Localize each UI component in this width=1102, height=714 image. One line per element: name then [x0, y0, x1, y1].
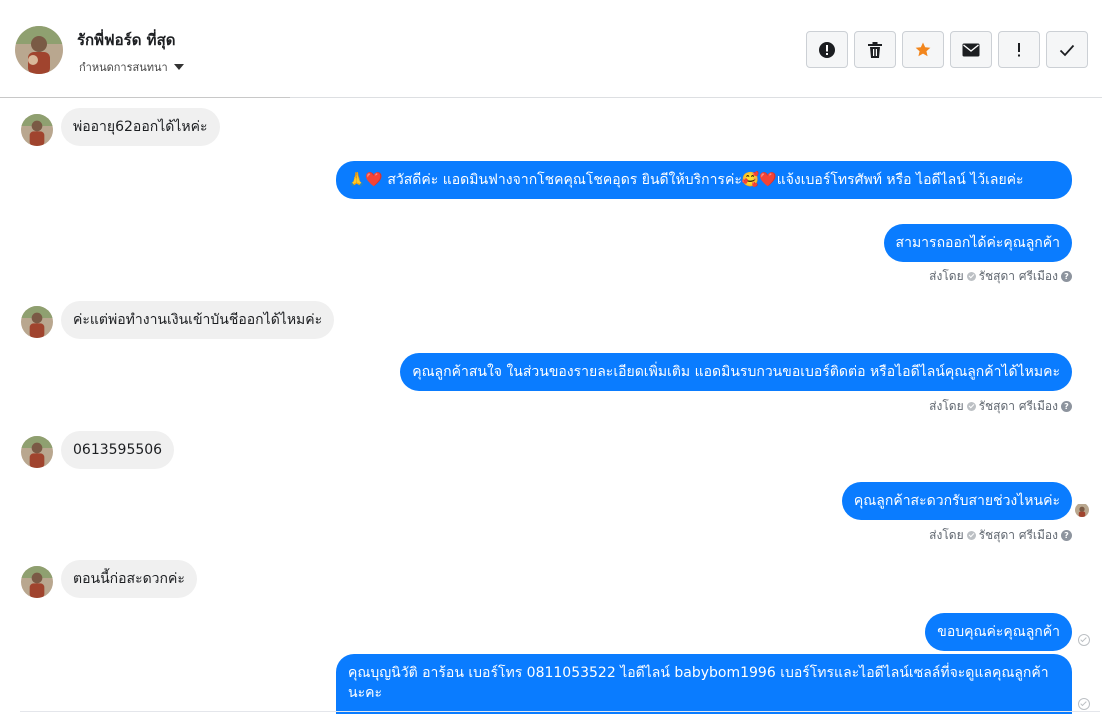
star-icon: [915, 42, 931, 56]
help-icon[interactable]: ?: [1061, 530, 1072, 541]
sent-by-agent[interactable]: รัชสุดา ศรีเมือง: [979, 526, 1058, 545]
divider: [0, 97, 290, 98]
conversation-header: รักพี่ฟอร์ด ที่สุด กำหนดการสนทนา: [0, 0, 1102, 98]
contact-name[interactable]: รักพี่ฟอร์ด ที่สุด: [77, 28, 175, 52]
help-icon[interactable]: ?: [1061, 271, 1072, 282]
outgoing-message[interactable]: 🙏❤️ สวัสดีค่ะ แอดมินฟางจากโชคคุณโชคอุดร …: [336, 161, 1072, 199]
sent-by-prefix: ส่งโดย: [929, 269, 964, 283]
outgoing-message[interactable]: คุณบุญนิวัติ อาร้อน เบอร์โทร 0811053522 …: [336, 654, 1072, 714]
incoming-message[interactable]: พ่ออายุ62ออกได้ไหค่ะ: [61, 108, 220, 146]
exclamation-icon: [1018, 42, 1020, 56]
sent-by-prefix: ส่งโดย: [929, 399, 964, 413]
trash-icon: [868, 41, 882, 58]
outgoing-message[interactable]: ขอบคุณค่ะคุณลูกค้า: [925, 613, 1072, 651]
check-icon: [1059, 44, 1075, 56]
conversation-settings-label: กำหนดการสนทนา: [79, 61, 168, 74]
alert-circle-icon: [819, 41, 835, 58]
delivered-check-icon: [1078, 634, 1090, 646]
sender-avatar: [21, 436, 53, 468]
mark-done-button[interactable]: [1046, 31, 1088, 68]
conversation-settings-dropdown[interactable]: กำหนดการสนทนา: [79, 58, 184, 76]
sent-by-agent[interactable]: รัชสุดา ศรีเมือง: [979, 267, 1058, 286]
conversation-toolbar: [806, 31, 1088, 68]
outgoing-message[interactable]: คุณลูกค้าสนใจ ในส่วนของรายละเอียดเพิ่มเต…: [400, 353, 1072, 391]
check-icon: [966, 272, 976, 281]
help-icon[interactable]: ?: [1061, 401, 1072, 412]
outgoing-message[interactable]: คุณลูกค้าสะดวกรับสายช่วงไหนค่ะ: [841, 482, 1072, 520]
delete-button[interactable]: [854, 31, 896, 68]
envelope-icon: [962, 43, 980, 56]
star-button[interactable]: [902, 31, 944, 68]
incoming-message[interactable]: ค่ะแต่พ่อทำงานเงินเข้าบันชีออกได้ไหมค่ะ: [61, 301, 335, 339]
sent-by-prefix: ส่งโดย: [929, 528, 964, 542]
seen-avatar: [1075, 503, 1089, 517]
check-icon: [966, 402, 976, 411]
contact-photo: [15, 26, 63, 74]
sent-by-label: ส่งโดย รัชสุดา ศรีเมือง ?: [929, 397, 1072, 416]
spam-button[interactable]: [806, 31, 848, 68]
contact-avatar[interactable]: [15, 26, 63, 74]
sender-avatar: [21, 566, 53, 598]
sent-by-label: ส่งโดย รัชสุดา ศรีเมือง ?: [929, 267, 1072, 286]
caret-down-icon: [173, 64, 184, 70]
sent-by-label: ส่งโดย รัชสุดา ศรีเมือง ?: [929, 526, 1072, 545]
incoming-message[interactable]: 0613595506: [61, 431, 175, 469]
sent-by-agent[interactable]: รัชสุดา ศรีเมือง: [979, 397, 1058, 416]
delivered-check-icon: [1078, 698, 1090, 710]
follow-up-button[interactable]: [998, 31, 1040, 68]
outgoing-message[interactable]: สามารถออกได้ค่ะคุณลูกค้า: [883, 224, 1072, 262]
mark-unread-button[interactable]: [950, 31, 992, 68]
sender-avatar: [21, 114, 53, 146]
composer-divider: [20, 711, 1100, 712]
sender-avatar: [21, 306, 53, 338]
check-icon: [966, 531, 976, 540]
incoming-message[interactable]: ตอนนี้ก่อสะดวกค่ะ: [61, 560, 197, 598]
